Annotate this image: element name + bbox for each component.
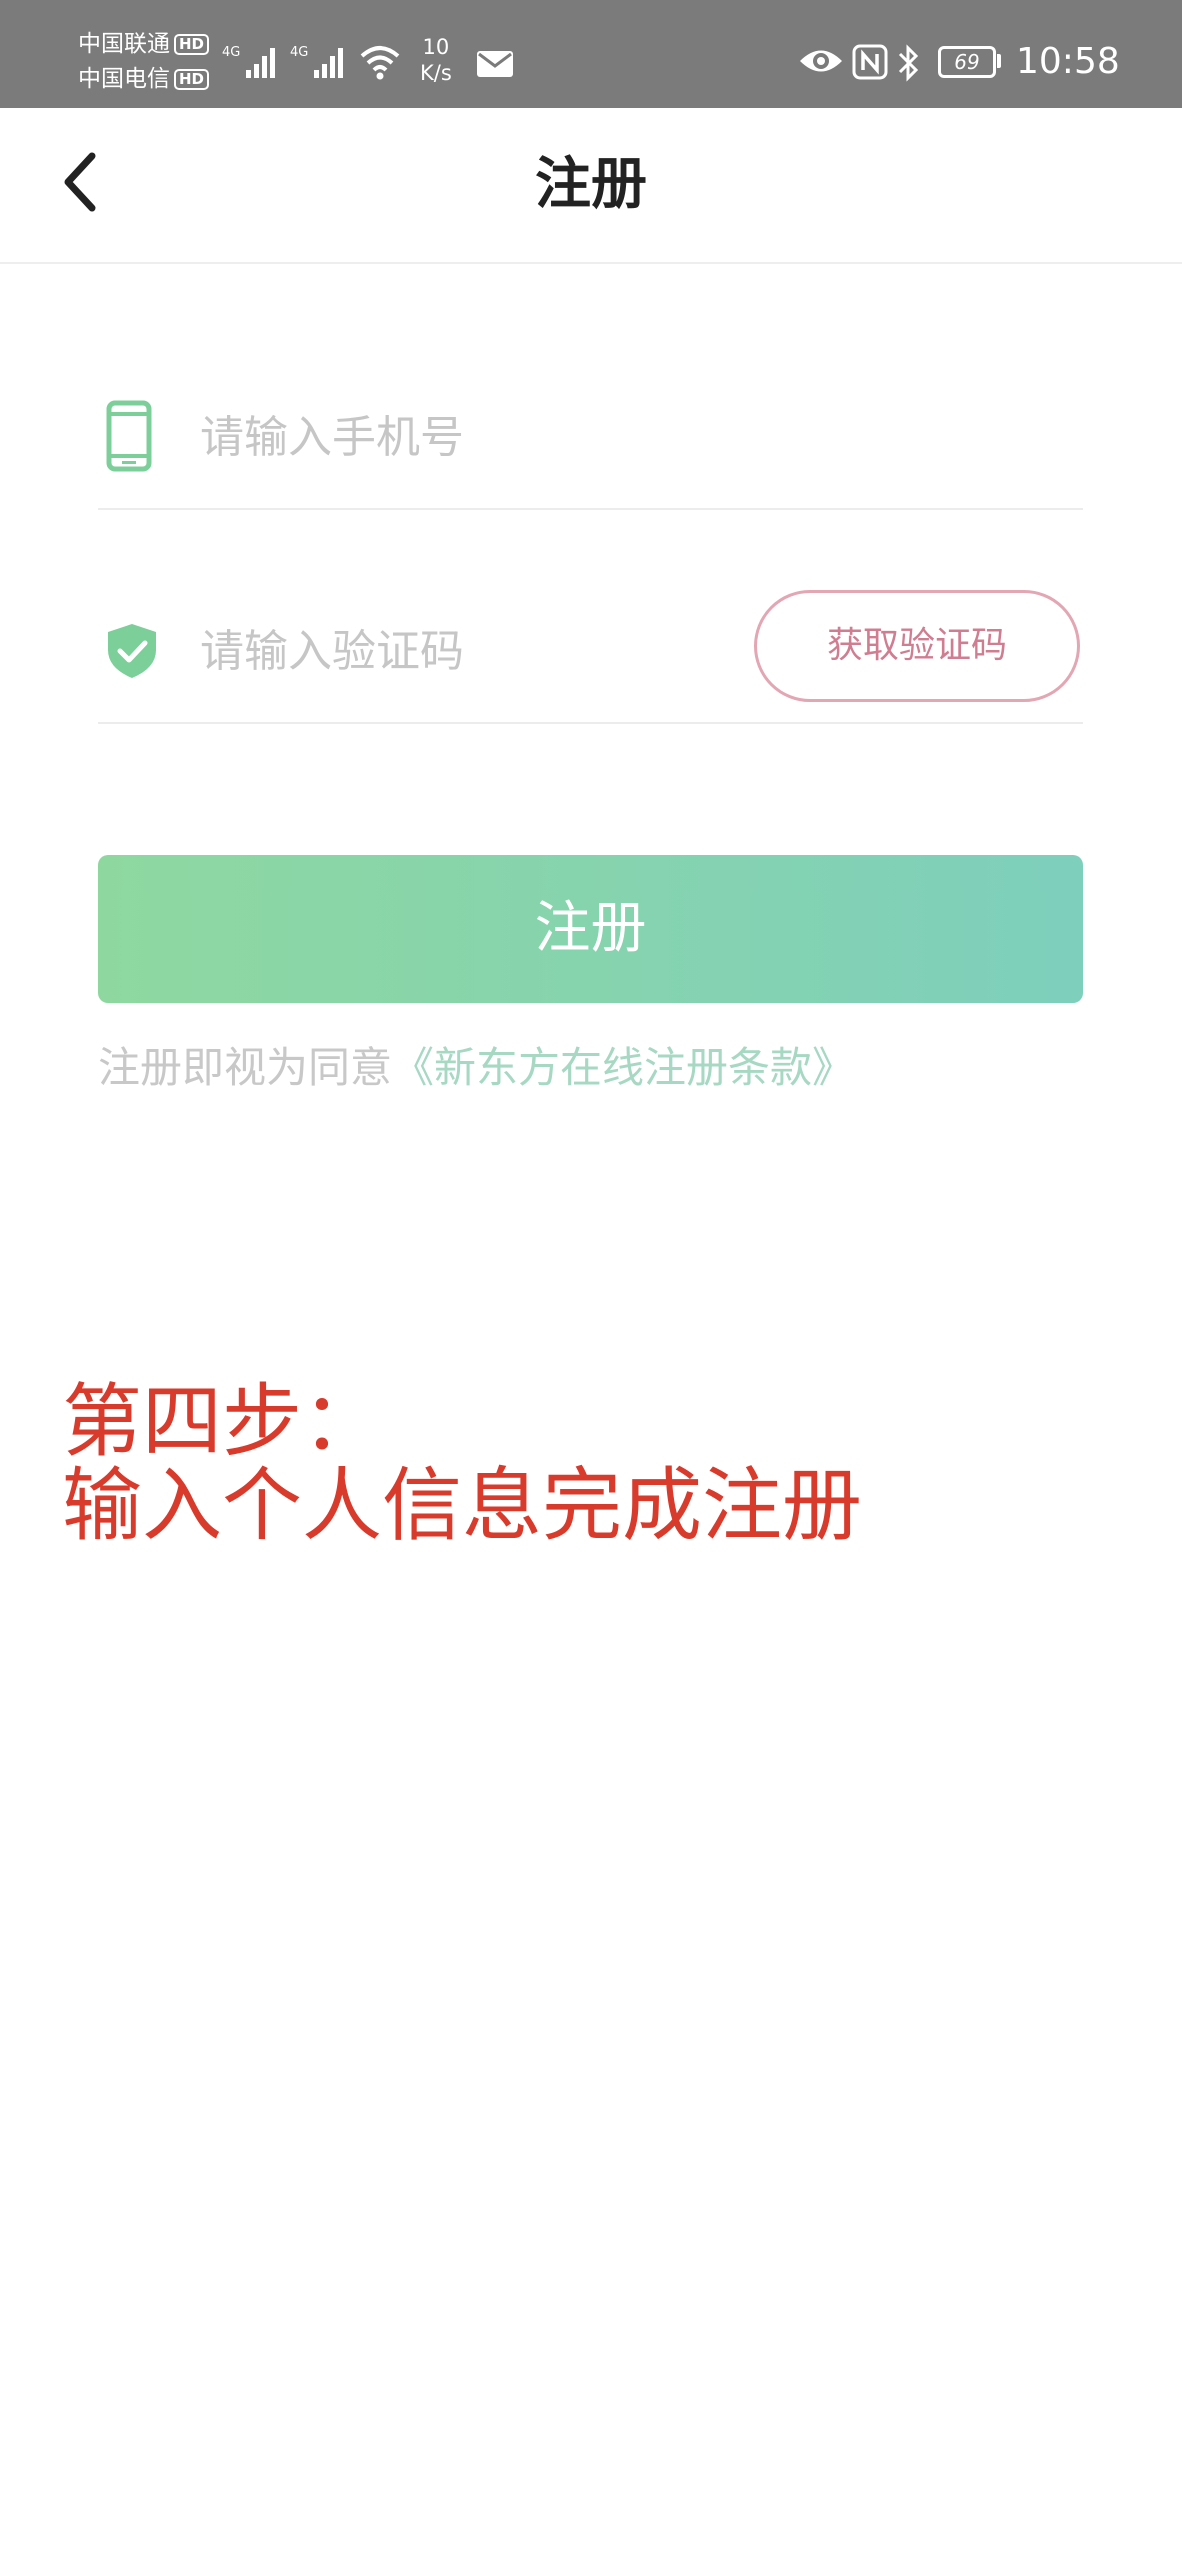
clock: 10:58 bbox=[1016, 41, 1120, 82]
phone-icon bbox=[106, 400, 152, 472]
code-field-row: 获取验证码 bbox=[98, 582, 1083, 724]
verification-code-input[interactable] bbox=[198, 620, 722, 682]
network-speed: 10 K/s bbox=[420, 34, 452, 86]
mail-icon bbox=[477, 51, 513, 77]
terms-text: 注册即视为同意《新东方在线注册条款》 bbox=[98, 1040, 854, 1096]
hd-badge: HD bbox=[174, 34, 210, 55]
carrier-1-name: 中国联通 bbox=[78, 31, 170, 57]
network-type-1: 4G bbox=[222, 45, 240, 60]
terms-prefix: 注册即视为同意 bbox=[98, 1043, 393, 1092]
status-bar: 中国联通 HD 中国电信 HD 4G 4G 10 K/s 69 10:58 bbox=[0, 0, 1182, 108]
page-title: 注册 bbox=[535, 152, 647, 217]
signal-icon: 4G bbox=[290, 45, 343, 78]
shield-check-icon bbox=[108, 624, 156, 678]
battery-level: 69 bbox=[954, 50, 980, 74]
bluetooth-icon bbox=[898, 44, 919, 82]
step-annotation-line-2: 输入个人信息完成注册 bbox=[62, 1459, 862, 1552]
battery-icon: 69 bbox=[938, 46, 996, 78]
nav-bar: 注册 bbox=[0, 108, 1182, 264]
step-annotation: 第四步： 输入个人信息完成注册 bbox=[62, 1380, 862, 1548]
get-code-button[interactable]: 获取验证码 bbox=[754, 590, 1080, 702]
step-annotation-line-1: 第四步： bbox=[62, 1375, 382, 1468]
phone-field-row bbox=[98, 368, 1083, 510]
speed-value: 10 bbox=[422, 35, 450, 59]
hd-badge: HD bbox=[174, 69, 210, 90]
wifi-icon bbox=[360, 46, 400, 80]
eye-icon bbox=[800, 50, 842, 72]
terms-link[interactable]: 《新东方在线注册条款》 bbox=[392, 1043, 854, 1092]
carrier-2-name: 中国电信 bbox=[78, 66, 170, 92]
nfc-icon bbox=[852, 44, 888, 80]
carrier-1: 中国联通 HD bbox=[78, 30, 210, 58]
phone-input[interactable] bbox=[198, 406, 782, 468]
speed-unit: K/s bbox=[420, 61, 452, 85]
carrier-2: 中国电信 HD bbox=[78, 65, 210, 93]
battery-tip bbox=[997, 54, 1001, 68]
network-type-2: 4G bbox=[290, 45, 308, 60]
register-button[interactable]: 注册 bbox=[98, 855, 1083, 1003]
signal-icon: 4G bbox=[222, 45, 275, 78]
